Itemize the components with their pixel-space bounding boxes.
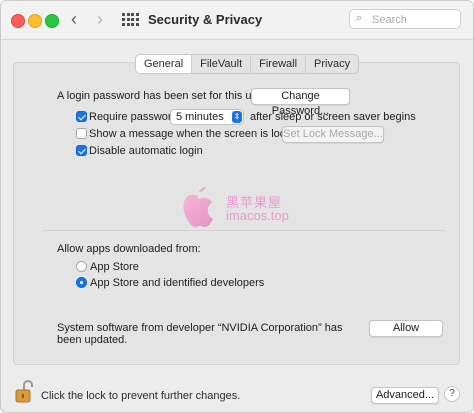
close-button[interactable] bbox=[11, 14, 25, 28]
set-lock-message-button[interactable]: Set Lock Message... bbox=[282, 126, 384, 143]
app-grid-icon[interactable] bbox=[122, 13, 139, 27]
tab-privacy[interactable]: Privacy bbox=[306, 55, 358, 73]
radio-app-store-identified[interactable] bbox=[76, 277, 87, 288]
minimize-button[interactable] bbox=[28, 14, 42, 28]
radio-app-store[interactable] bbox=[76, 261, 87, 272]
toolbar: ‹ › Security & Privacy ⌕ bbox=[1, 1, 473, 40]
login-password-text: A login password has been set for this u… bbox=[57, 90, 267, 102]
watermark: 黑苹果屋 imacos.top bbox=[176, 184, 306, 230]
tab-filevault[interactable]: FileVault bbox=[192, 55, 252, 73]
chevron-left-icon[interactable]: ‹ bbox=[71, 10, 77, 28]
search-field[interactable]: ⌕ bbox=[349, 9, 461, 29]
apple-logo-icon bbox=[183, 187, 213, 227]
help-button[interactable]: ? bbox=[444, 386, 460, 402]
select-value: 5 minutes bbox=[176, 111, 224, 123]
system-software-line2: been updated. bbox=[57, 334, 128, 346]
radio-app-store-identified-label: App Store and identified developers bbox=[90, 277, 265, 289]
change-password-button[interactable]: Change Password... bbox=[251, 88, 350, 117]
search-icon: ⌕ bbox=[356, 12, 363, 24]
radio-app-store-label: App Store bbox=[90, 261, 139, 273]
show-message-checkbox[interactable] bbox=[76, 128, 87, 139]
allow-button[interactable]: Allow bbox=[369, 320, 443, 337]
require-password-checkbox[interactable] bbox=[76, 111, 87, 122]
advanced-button[interactable]: Advanced... bbox=[371, 387, 439, 404]
preferences-window: ‹ › Security & Privacy ⌕ General FileVau… bbox=[0, 0, 474, 413]
section-divider bbox=[43, 230, 445, 231]
downloads-heading: Allow apps downloaded from: bbox=[57, 243, 201, 255]
tab-bar: General FileVault Firewall Privacy bbox=[135, 54, 360, 74]
system-software-line1: System software from developer “NVIDIA C… bbox=[57, 322, 343, 334]
require-password-suffix: after sleep or screen saver begins bbox=[250, 111, 416, 123]
chevron-up-down-icon: ⇕ bbox=[232, 111, 242, 123]
window-title: Security & Privacy bbox=[148, 12, 263, 27]
chevron-right-icon[interactable]: › bbox=[97, 10, 103, 28]
show-message-label: Show a message when the screen is locked bbox=[89, 128, 304, 140]
watermark-url-text: imacos.top bbox=[226, 208, 289, 223]
zoom-button[interactable] bbox=[45, 14, 59, 28]
disable-auto-login-checkbox[interactable] bbox=[76, 145, 87, 156]
tab-firewall[interactable]: Firewall bbox=[251, 55, 307, 73]
require-password-label: Require password bbox=[89, 111, 178, 123]
require-password-delay-select[interactable]: 5 minutes ⇕ bbox=[170, 109, 244, 125]
lock-open-icon[interactable] bbox=[15, 379, 33, 403]
disable-auto-login-label: Disable automatic login bbox=[89, 145, 203, 157]
search-input[interactable] bbox=[370, 12, 459, 28]
tab-general[interactable]: General bbox=[136, 55, 193, 73]
lock-text: Click the lock to prevent further change… bbox=[41, 390, 241, 402]
